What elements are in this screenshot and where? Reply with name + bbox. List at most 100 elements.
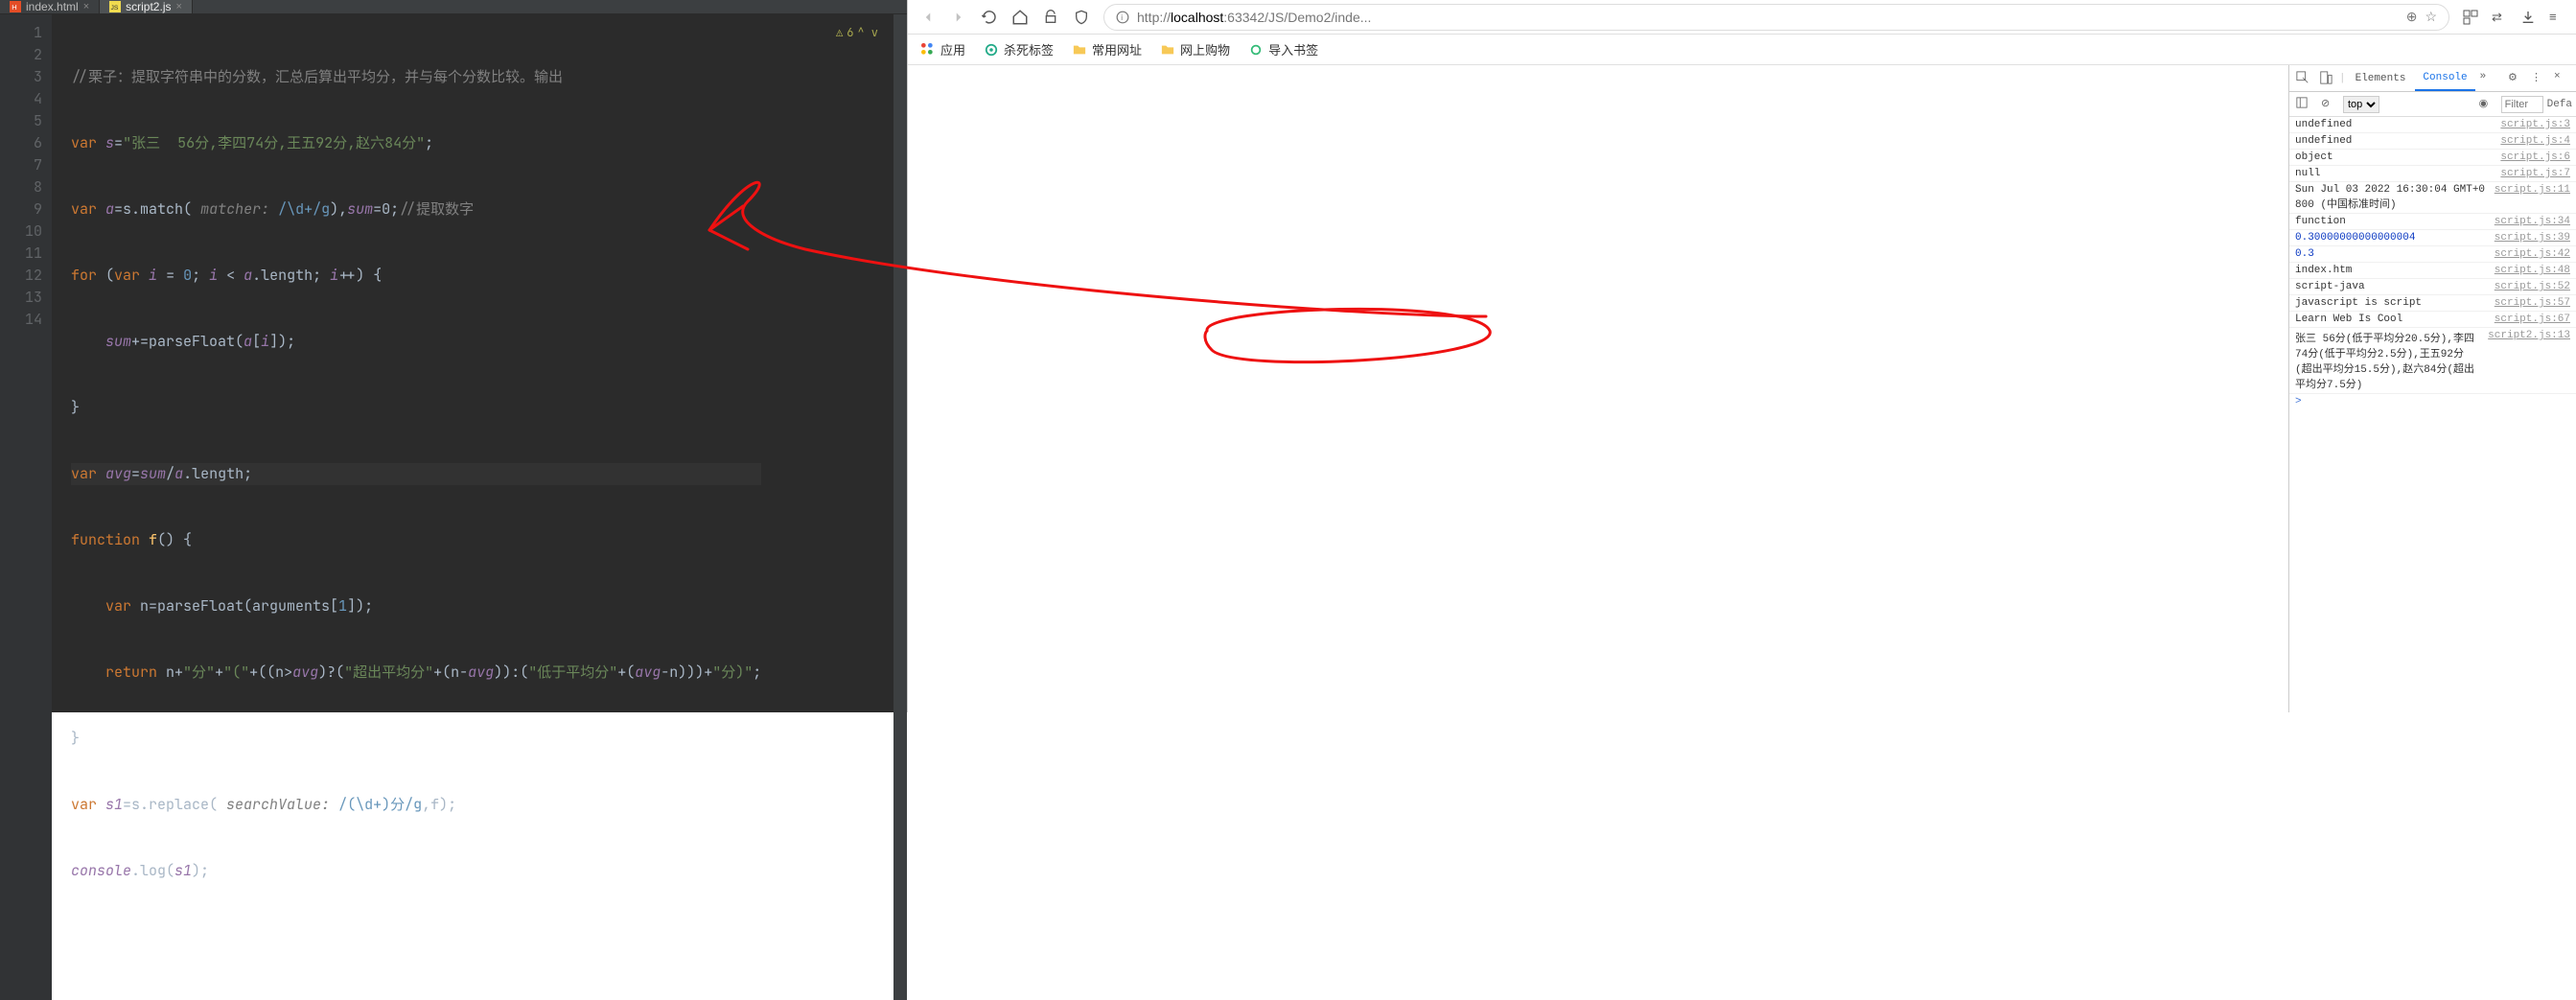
gear-icon <box>1249 43 1263 57</box>
log-message: 张三 56分(低于平均分20.5分),李四74分(低于平均分2.5分),王五92… <box>2295 330 2480 391</box>
tab-index-html[interactable]: H index.html × <box>0 0 100 13</box>
common-url-bookmark[interactable]: 常用网址 <box>1073 40 1142 58</box>
warnings-badge[interactable]: ⚠ 6 ^ v <box>836 22 878 44</box>
url-input[interactable]: i http://localhost:63342/JS/Demo2/inde..… <box>1103 4 2449 31</box>
code-body[interactable]: //栗子：提取字符串中的分数，汇总后算出平均分，并与每个分数比较。输出 var … <box>52 14 761 1000</box>
tab-label: index.html <box>26 0 79 13</box>
devtools-panel: | Elements Console » ⚙ ⋮ × ⊘ top ◉ Defa … <box>2288 65 2576 712</box>
log-source-link[interactable]: script2.js:13 <box>2488 330 2570 391</box>
log-message: javascript is script <box>2295 297 2487 309</box>
close-icon[interactable]: × <box>2554 71 2569 86</box>
console-row[interactable]: Learn Web Is Cool script.js:67 <box>2289 312 2576 328</box>
sidebar-toggle-icon[interactable] <box>2296 97 2311 112</box>
svg-text:H: H <box>12 3 16 12</box>
log-source-link[interactable]: script.js:57 <box>2495 297 2570 309</box>
forward-icon[interactable] <box>950 9 967 26</box>
log-message: undefined <box>2295 119 2493 130</box>
log-source-link[interactable]: script.js:6 <box>2500 151 2570 163</box>
target-icon <box>985 43 998 57</box>
page-viewport[interactable] <box>908 65 2288 712</box>
device-icon[interactable] <box>2319 71 2334 86</box>
console-row[interactable]: function script.js:34 <box>2289 214 2576 230</box>
kebab-icon[interactable]: ⋮ <box>2531 71 2546 86</box>
svg-text:i: i <box>1121 12 1123 21</box>
console-row[interactable]: script-java script.js:52 <box>2289 279 2576 295</box>
lock-icon <box>1042 9 1059 26</box>
extensions-icon[interactable]: ⇄ <box>2492 10 2507 25</box>
log-source-link[interactable]: script.js:11 <box>2495 184 2570 211</box>
log-source-link[interactable]: script.js:39 <box>2495 232 2570 244</box>
console-row[interactable]: undefined script.js:3 <box>2289 117 2576 133</box>
clear-console-icon[interactable]: ⊘ <box>2321 97 2336 112</box>
qr-icon[interactable] <box>2463 10 2478 25</box>
download-icon[interactable] <box>2520 10 2536 25</box>
console-row[interactable]: Sun Jul 03 2022 16:30:04 GMT+0800 (中国标准时… <box>2289 182 2576 214</box>
log-source-link[interactable]: script.js:4 <box>2500 135 2570 147</box>
code-editor: H index.html × JS script2.js × 123456789… <box>0 0 907 712</box>
log-source-link[interactable]: script.js:3 <box>2500 119 2570 130</box>
elements-tab[interactable]: Elements <box>2348 65 2414 91</box>
line-gutter: 1234567891011121314 <box>0 14 52 1000</box>
close-icon[interactable]: × <box>175 1 181 12</box>
shield-icon[interactable] <box>1073 9 1090 26</box>
console-row[interactable]: 张三 56分(低于平均分20.5分),李四74分(低于平均分2.5分),王五92… <box>2289 328 2576 394</box>
log-message: 0.3 <box>2295 248 2487 260</box>
html-file-icon: H <box>10 1 21 12</box>
home-icon[interactable] <box>1011 9 1029 26</box>
log-message: Sun Jul 03 2022 16:30:04 GMT+0800 (中国标准时… <box>2295 184 2487 211</box>
import-bookmark[interactable]: 导入书签 <box>1249 40 1318 58</box>
log-source-link[interactable]: script.js:34 <box>2495 216 2570 227</box>
folder-icon <box>1161 43 1174 57</box>
log-source-link[interactable]: script.js:48 <box>2495 265 2570 276</box>
editor-tabs: H index.html × JS script2.js × <box>0 0 907 14</box>
folder-icon <box>1073 43 1086 57</box>
log-source-link[interactable]: script.js:67 <box>2495 314 2570 325</box>
log-message: script-java <box>2295 281 2487 292</box>
console-row[interactable]: 0.30000000000000004 script.js:39 <box>2289 230 2576 246</box>
address-bar: i http://localhost:63342/JS/Demo2/inde..… <box>908 0 2576 35</box>
log-source-link[interactable]: script.js:42 <box>2495 248 2570 260</box>
console-output[interactable]: undefined script.js:3 undefinedscript.js:4… <box>2289 117 2576 712</box>
code-area[interactable]: 1234567891011121314 //栗子：提取字符串中的分数，汇总后算出… <box>0 14 907 1000</box>
filter-input[interactable] <box>2501 96 2543 113</box>
star-icon[interactable]: ☆ <box>2425 9 2437 25</box>
more-tabs-icon[interactable]: » <box>2480 71 2495 86</box>
log-source-link[interactable]: script.js:7 <box>2500 168 2570 179</box>
console-row[interactable]: 0.3 script.js:42 <box>2289 246 2576 263</box>
minimap[interactable] <box>893 14 907 1000</box>
console-row[interactable]: javascript is script script.js:57 <box>2289 295 2576 312</box>
console-row[interactable]: objectscript.js:6 <box>2289 150 2576 166</box>
back-icon[interactable] <box>919 9 937 26</box>
console-row[interactable]: index.htm script.js:48 <box>2289 263 2576 279</box>
default-levels[interactable]: Defa <box>2547 99 2572 110</box>
menu-icon[interactable]: ≡ <box>2549 10 2564 25</box>
log-message: function <box>2295 216 2487 227</box>
tab-script2-js[interactable]: JS script2.js × <box>100 0 193 13</box>
reload-icon[interactable] <box>981 9 998 26</box>
kill-tab-bookmark[interactable]: 杀死标签 <box>985 40 1054 58</box>
log-source-link[interactable]: script.js:52 <box>2495 281 2570 292</box>
info-icon: i <box>1116 11 1129 24</box>
js-file-icon: JS <box>109 1 121 12</box>
apps-bookmark[interactable]: 应用 <box>921 40 965 58</box>
bookmarks-bar: 应用 杀死标签 常用网址 网上购物 导入书签 <box>908 35 2576 65</box>
translate-icon[interactable]: ⊕ <box>2406 9 2418 25</box>
gear-icon[interactable]: ⚙ <box>2508 71 2523 86</box>
url-text: http://localhost:63342/JS/Demo2/inde... <box>1137 10 1371 25</box>
shopping-bookmark[interactable]: 网上购物 <box>1161 40 1230 58</box>
tab-label: script2.js <box>126 0 171 13</box>
console-prompt[interactable]: > <box>2289 394 2576 409</box>
apps-icon <box>921 43 935 57</box>
log-message: index.htm <box>2295 265 2487 276</box>
console-row[interactable]: nullscript.js:7 <box>2289 166 2576 182</box>
console-tab[interactable]: Console <box>2415 65 2474 91</box>
inspect-icon[interactable] <box>2296 71 2311 86</box>
devtools-tabs: | Elements Console » ⚙ ⋮ × <box>2289 65 2576 92</box>
log-message: Learn Web Is Cool <box>2295 314 2487 325</box>
browser-body: | Elements Console » ⚙ ⋮ × ⊘ top ◉ Defa … <box>908 65 2576 712</box>
close-icon[interactable]: × <box>83 1 89 12</box>
log-message: 0.30000000000000004 <box>2295 232 2487 244</box>
console-row[interactable]: undefinedscript.js:4 <box>2289 133 2576 150</box>
context-select[interactable]: top <box>2343 96 2379 113</box>
eye-icon[interactable]: ◉ <box>2479 97 2495 112</box>
